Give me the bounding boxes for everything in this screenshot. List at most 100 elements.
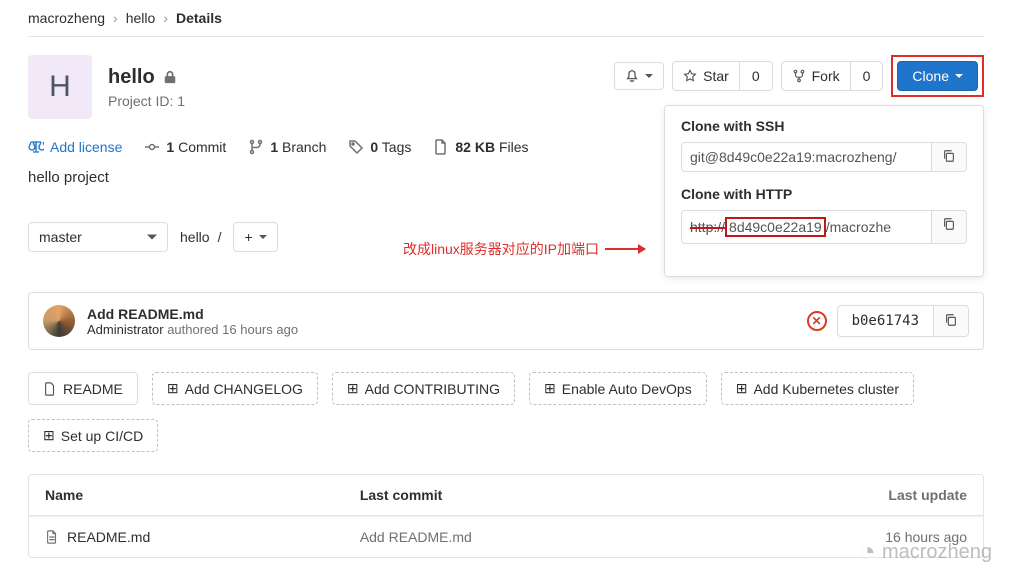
contributing-chip[interactable]: ⊞ Add CONTRIBUTING [332, 372, 515, 405]
commits-label: Commit [178, 139, 226, 155]
star-count[interactable]: 0 [740, 61, 773, 91]
commit-verb: authored [167, 322, 218, 337]
copy-ssh-button[interactable] [932, 142, 967, 172]
copy-http-button[interactable] [932, 210, 967, 244]
fork-group: Fork 0 [781, 61, 884, 91]
http-suffix: /macrozhe [826, 219, 891, 235]
lock-icon [163, 70, 177, 84]
autodevops-chip[interactable]: ⊞ Enable Auto DevOps [529, 372, 707, 405]
tags-count: 0 [370, 139, 378, 155]
breadcrumb: macrozheng › hello › Details [28, 0, 984, 36]
star-label: Star [703, 68, 729, 84]
doc-icon [43, 382, 57, 396]
fork-label: Fork [812, 68, 840, 84]
table-row: README.md Add README.md 16 hours ago [29, 516, 983, 557]
chevron-down-icon [259, 233, 267, 241]
readme-label: README [63, 381, 123, 397]
copy-sha-button[interactable] [933, 306, 968, 336]
plus-box-icon: ⊞ [347, 380, 359, 397]
files-size: 82 KB [455, 139, 495, 155]
project-title: hello [108, 66, 155, 89]
http-prefix: http:// [690, 219, 725, 235]
fork-button[interactable]: Fork [781, 61, 851, 91]
path-root[interactable]: hello [180, 229, 210, 245]
add-file-button[interactable]: + [233, 222, 277, 252]
cicd-label: Set up CI/CD [61, 428, 143, 444]
cicd-chip[interactable]: ⊞ Set up CI/CD [28, 419, 158, 452]
project-avatar: H [28, 55, 92, 119]
file-commit[interactable]: Add README.md [344, 516, 745, 557]
col-commit[interactable]: Last commit [344, 475, 745, 516]
fork-count[interactable]: 0 [851, 61, 884, 91]
path-breadcrumb: hello / [180, 229, 221, 245]
clone-dropdown: Clone with SSH Clone with HTTP http:// 8… [664, 105, 984, 277]
star-button[interactable]: Star [672, 61, 740, 91]
highlight-clone: Clone [891, 55, 984, 97]
suggestion-chips: README ⊞ Add CHANGELOG ⊞ Add CONTRIBUTIN… [28, 372, 984, 405]
commit-time: 16 hours ago [222, 322, 298, 337]
star-group: Star 0 [672, 61, 772, 91]
k8s-label: Add Kubernetes cluster [753, 381, 899, 397]
chevron-down-icon [147, 232, 157, 242]
clone-label: Clone [912, 68, 949, 84]
file-link[interactable]: README.md [45, 529, 328, 545]
file-name: README.md [67, 529, 150, 545]
branch-select[interactable]: master [28, 222, 168, 252]
file-update: 16 hours ago [744, 516, 983, 557]
clone-ssh-title: Clone with SSH [681, 118, 967, 134]
col-name[interactable]: Name [29, 475, 344, 516]
last-commit-card: Add README.md Administrator authored 16 … [28, 292, 984, 350]
project-header: H hello Project ID: 1 Star [28, 55, 984, 119]
file-table: Name Last commit Last update README.md A… [28, 474, 984, 558]
notifications-button[interactable] [614, 62, 664, 90]
commit-message[interactable]: Add README.md [87, 306, 298, 322]
autodevops-label: Enable Auto DevOps [562, 381, 692, 397]
breadcrumb-current: Details [176, 10, 222, 26]
changelog-chip[interactable]: ⊞ Add CHANGELOG [152, 372, 318, 405]
col-update[interactable]: Last update [744, 475, 983, 516]
files-icon [433, 139, 449, 155]
branches-count: 1 [270, 139, 278, 155]
commits-stat[interactable]: 1 Commit [144, 139, 226, 155]
breadcrumb-project[interactable]: hello [126, 10, 156, 26]
add-license-link[interactable]: Add license [28, 139, 122, 155]
files-stat[interactable]: 82 KB Files [433, 139, 528, 155]
plus-box-icon: ⊞ [167, 380, 179, 397]
clone-ssh-input[interactable] [681, 142, 932, 172]
plus-box-icon: ⊞ [43, 427, 55, 444]
branch-icon [248, 139, 264, 155]
commit-author[interactable]: Administrator [87, 322, 164, 337]
contributing-label: Add CONTRIBUTING [365, 381, 500, 397]
branches-label: Branch [282, 139, 326, 155]
chevron-right-icon: › [113, 10, 118, 26]
project-actions: Star 0 Fork 0 Clone [614, 55, 984, 97]
divider [28, 36, 984, 37]
annotation-arrow [605, 248, 645, 250]
plus-box-icon: ⊞ [736, 380, 748, 397]
readme-chip[interactable]: README [28, 372, 138, 405]
files-label: Files [499, 139, 529, 155]
file-icon [45, 530, 59, 544]
commit-avatar [43, 305, 75, 337]
commit-sha[interactable]: b0e61743 [838, 306, 933, 336]
branches-stat[interactable]: 1 Branch [248, 139, 326, 155]
http-host-highlight: 8d49c0e22a19 [725, 217, 826, 237]
tags-stat[interactable]: 0 Tags [348, 139, 411, 155]
breadcrumb-owner[interactable]: macrozheng [28, 10, 105, 26]
k8s-chip[interactable]: ⊞ Add Kubernetes cluster [721, 372, 914, 405]
annotation: 改成linux服务器对应的IP加端口 [403, 239, 645, 259]
plus-box-icon: ⊞ [544, 380, 556, 397]
annotation-text: 改成linux服务器对应的IP加端口 [403, 239, 599, 259]
clone-http-input[interactable]: http:// 8d49c0e22a19 /macrozhe [681, 210, 932, 244]
path-sep: / [218, 229, 222, 245]
project-id: Project ID: 1 [108, 93, 185, 109]
commit-icon [144, 139, 160, 155]
clone-button[interactable]: Clone [897, 61, 978, 91]
chevron-right-icon: › [163, 10, 168, 26]
changelog-label: Add CHANGELOG [185, 381, 303, 397]
commits-count: 1 [166, 139, 174, 155]
plus-icon: + [244, 229, 252, 245]
branch-selected: master [39, 229, 82, 245]
tags-label: Tags [382, 139, 412, 155]
pipeline-failed-icon[interactable]: ✕ [807, 311, 827, 331]
